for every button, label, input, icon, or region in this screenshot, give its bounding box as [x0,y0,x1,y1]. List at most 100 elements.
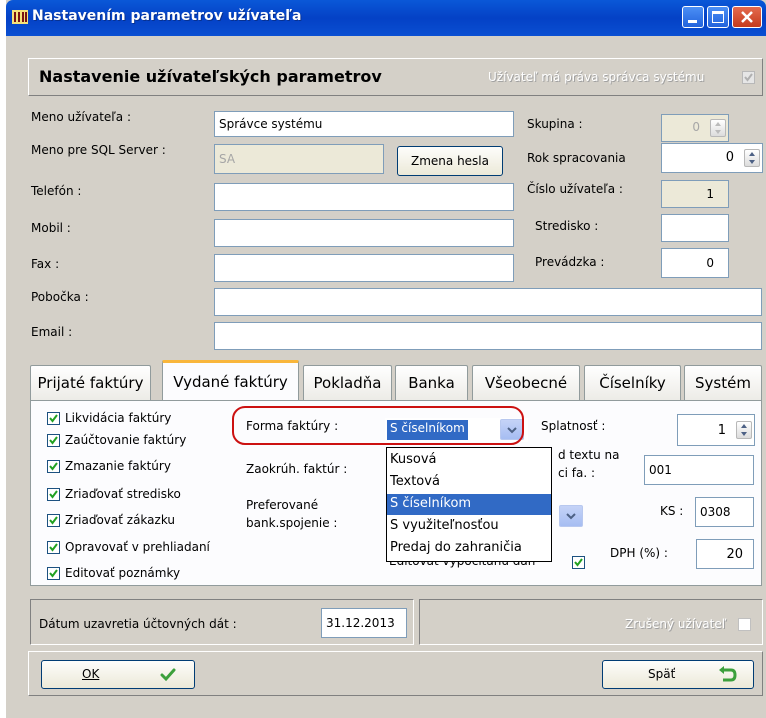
dialog-heading: Nastavenie užívateľských parametrov [39,67,382,86]
zmazanie-label: Zmazanie faktúry [65,459,171,473]
title-bar[interactable]: Nastavením parametrov užívateľa [6,0,766,36]
rok-label: Rok spracovania [527,151,626,165]
stredisko-label: Stredisko : [535,219,599,233]
zriadovat-zakazku-label: Zriaďovať zákazku [65,513,176,527]
tab-banka[interactable]: Banka [395,365,468,401]
zriadovat-stredisko-checkbox[interactable] [47,488,60,501]
spat-label: Späť [648,667,676,681]
email-input[interactable] [214,322,762,350]
checkmark-icon [49,436,58,445]
spat-button[interactable]: Späť [602,660,754,689]
rok-spinner[interactable]: 0 [661,143,763,173]
checkmark-icon [744,73,753,82]
zruseny-panel: Zrušený užívateľ [419,599,763,645]
zriadovat-zakazku-checkbox[interactable] [47,514,60,527]
likvidacia-checkbox[interactable] [47,412,60,425]
back-arrow-icon [719,666,737,682]
sql-input: SA [214,144,384,174]
skupina-spin-icon [710,119,726,137]
close-button[interactable] [732,6,762,28]
forma-option-s-ciselnikom[interactable]: S číselníkom [387,494,551,515]
ks-input[interactable]: 0308 [695,497,754,527]
datum-label: Dátum uzavretia účtovných dát : [39,617,237,631]
pobocka-label: Pobočka : [31,290,89,304]
datum-panel: Dátum uzavretia účtovných dát : 31.12.20… [30,599,414,645]
stredisko-input[interactable] [661,214,729,242]
rok-spin-icon[interactable] [744,149,760,167]
fax-label: Fax : [31,257,60,271]
dph-label: DPH (%) : [610,546,668,560]
highlight-oval [232,406,524,445]
header-panel: Nastavenie užívateľských parametrov Užív… [28,58,763,96]
zruseny-checkbox [738,618,751,631]
meno-input[interactable]: Správce systému [214,111,514,137]
zriadovat-stredisko-label: Zriaďovať stredisko [65,487,181,501]
close-icon [741,11,753,23]
minimize-icon [688,20,697,23]
checkmark-icon [49,516,58,525]
ks-label: KS : [660,504,684,518]
zauctovanie-checkbox[interactable] [47,434,60,447]
tab-vseobecne[interactable]: Všeobecné [472,365,580,401]
email-label: Email : [31,325,73,339]
likvidacia-label: Likvidácia faktúry [65,411,172,425]
chevron-down-icon [566,513,576,520]
minimize-button[interactable] [682,6,704,28]
rok-value: 0 [725,150,734,165]
tab-ciselniky[interactable]: Číselníky [584,365,681,401]
skupina-label: Skupina : [527,117,583,131]
window-title: Nastavením parametrov užívateľa [32,8,302,24]
opravovat-label: Opravovať v prehliadaní [65,540,210,554]
splatnost-value: 1 [717,423,726,438]
preferovane-label: Preferované [246,498,319,512]
app-icon [12,10,28,24]
sql-label: Meno pre SQL Server : [31,143,166,157]
mobil-label: Mobil : [31,221,71,235]
forma-dropdown-list: Kusová Textová S číselníkom S využiteľno… [386,447,552,562]
tab-system[interactable]: Systém [684,365,762,401]
admin-rights-checkbox [742,71,755,84]
forma-option-s-vyuzitelnostou[interactable]: S využiteľnosťou [387,516,551,537]
zauctovanie-label: Zaúčtovanie faktúry [65,433,187,447]
dialog-window: Nastavením parametrov užívateľa Nastaven… [6,0,766,718]
tab-vydane-faktury[interactable]: Vydané faktúry [162,360,299,402]
fax-input[interactable] [214,254,514,282]
ok-button[interactable]: OK [41,660,195,689]
ok-label: OK [82,667,100,681]
zmazanie-checkbox[interactable] [47,460,60,473]
telefon-label: Telefón : [31,184,82,198]
tab-pokladna[interactable]: Pokladňa [303,365,392,401]
forma-option-predaj-do-zahranicia[interactable]: Predaj do zahraničia [387,538,551,559]
prevadzka-input[interactable]: 0 [661,248,729,278]
maximize-icon [712,11,724,23]
bank-spojenie-label: bank.spojenie : [246,516,338,530]
kod-textu-label-2: ci fa. : [558,466,595,480]
zmena-hesla-button[interactable]: Zmena hesla [397,146,503,176]
forma-option-textova[interactable]: Textová [387,472,551,493]
forma-option-kusova[interactable]: Kusová [387,450,551,471]
checkmark-icon [49,490,58,499]
splatnost-spinner[interactable]: 1 [677,414,755,446]
kod-textu-label: d textu na [558,448,620,462]
editovat-poznamky-checkbox[interactable] [47,567,60,580]
prevadzka-label: Prevádzka : [535,255,605,269]
tab-prijate-faktury[interactable]: Prijaté faktúry [30,365,151,401]
maximize-button[interactable] [707,6,729,28]
mobil-input[interactable] [214,219,514,247]
skupina-value: 0 [692,120,700,134]
kod-textu-input[interactable]: 001 [644,455,754,485]
splatnost-spin-icon[interactable] [736,421,752,439]
cislo-label: Číslo užívateľa : [527,182,623,196]
datum-input[interactable]: 31.12.2013 [321,608,407,638]
checkmark-icon [49,569,58,578]
checkmark-icon [49,543,58,552]
pobocka-input[interactable] [214,288,762,316]
dph-input[interactable]: 20 [696,539,754,569]
splatnost-label: Splatnosť : [541,419,606,433]
editovat-dan-checkbox[interactable] [572,556,585,569]
telefon-input[interactable] [214,183,514,211]
meno-label: Meno užívateľa : [31,110,131,124]
check-icon [160,668,176,682]
bank-spojenie-dropdown-button[interactable] [559,505,583,527]
opravovat-checkbox[interactable] [47,541,60,554]
